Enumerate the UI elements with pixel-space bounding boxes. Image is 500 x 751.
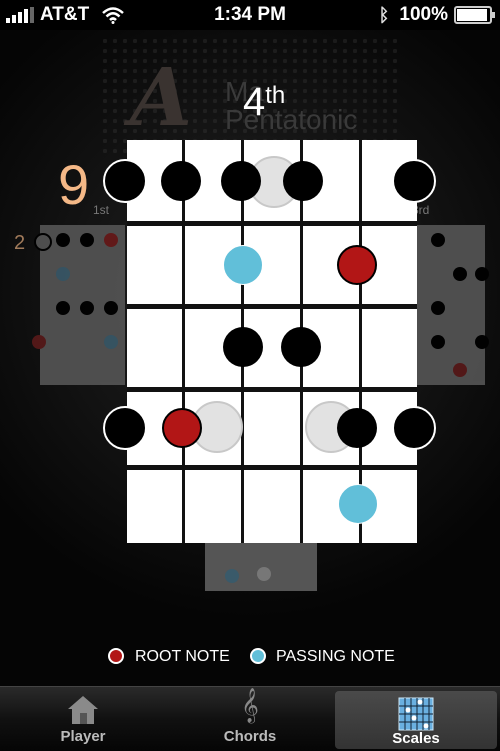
mini-dot (431, 233, 445, 247)
app-logo: A (130, 50, 193, 144)
battery-percent: 100% (399, 4, 448, 25)
treble-clef-icon: 𝄞 (241, 689, 259, 722)
lower-position-diagram[interactable] (205, 543, 317, 591)
tab-player-label: Player (60, 728, 106, 745)
note-dot[interactable] (281, 327, 321, 367)
note-dot[interactable] (103, 159, 147, 203)
mini-root-dot (104, 233, 118, 247)
side-label-first: 1st (93, 203, 110, 217)
battery-fill (457, 9, 487, 21)
mini-root-dot (32, 335, 46, 349)
fret-line (127, 221, 417, 226)
mini-dot (475, 267, 489, 281)
mini-ghost-dot (257, 567, 271, 581)
passing-note-dot[interactable] (223, 245, 263, 285)
fret-line (127, 387, 417, 392)
note-dot[interactable] (283, 161, 323, 201)
tab-chords-label: Chords (223, 728, 277, 745)
note-dot[interactable] (161, 161, 201, 201)
mini-passing-dot (104, 335, 118, 349)
battery-info: ᛒ 100% (378, 4, 495, 26)
note-dot[interactable] (103, 406, 147, 450)
position-number: 4 (243, 80, 266, 124)
main-fretboard[interactable] (103, 140, 436, 543)
mini-passing-dot (225, 569, 239, 583)
position-suffix: th (265, 82, 286, 109)
note-dot[interactable] (223, 327, 263, 367)
fretboard-grid-icon (398, 697, 434, 731)
tab-chords[interactable]: 𝄞 Chords (167, 687, 333, 751)
tab-scales-label: Scales (392, 730, 440, 747)
mini-dot (104, 301, 118, 315)
position-label: 4th (243, 80, 285, 125)
mini-dot (475, 335, 489, 349)
battery-icon (454, 6, 495, 24)
note-legend: ROOT NOTE PASSING NOTE (0, 645, 500, 669)
string-line (359, 140, 362, 543)
status-bar: AT&T 1:34 PM ᛒ 100% (0, 0, 500, 30)
root-note-legend-dot (108, 648, 124, 664)
tab-bar: Player 𝄞 Chords Scales (0, 686, 500, 751)
fret-line (127, 465, 417, 470)
tab-scales[interactable]: Scales (335, 691, 497, 749)
prev-position-diagram[interactable] (32, 225, 125, 385)
mini-dot (431, 301, 445, 315)
mini-dot (80, 233, 94, 247)
passing-note-legend-label: PASSING NOTE (276, 648, 395, 665)
mini-dot (453, 267, 467, 281)
note-dot[interactable] (392, 406, 436, 450)
tab-player[interactable]: Player (0, 687, 166, 751)
root-note-legend-label: ROOT NOTE (135, 648, 230, 665)
root-note-dot[interactable] (337, 245, 377, 285)
note-dot[interactable] (221, 161, 261, 201)
fret-line (127, 304, 417, 309)
note-dot[interactable] (392, 159, 436, 203)
mini-dot (56, 301, 70, 315)
next-position-diagram[interactable] (417, 225, 489, 385)
root-note-dot[interactable] (162, 408, 202, 448)
bluetooth-icon: ᛒ (378, 4, 390, 25)
note-dot[interactable] (337, 408, 377, 448)
mini-dot (56, 233, 70, 247)
passing-note-legend-dot (250, 648, 266, 664)
mini-dot (80, 301, 94, 315)
starting-fret-number: 9 (58, 153, 90, 216)
mini-root-dot (453, 363, 467, 377)
mini-passing-dot (56, 267, 70, 281)
mini-dot (34, 233, 52, 251)
side-fret-number: 2 (14, 232, 26, 254)
passing-note-dot[interactable] (338, 484, 378, 524)
house-icon (68, 696, 98, 724)
mini-dot (431, 335, 445, 349)
